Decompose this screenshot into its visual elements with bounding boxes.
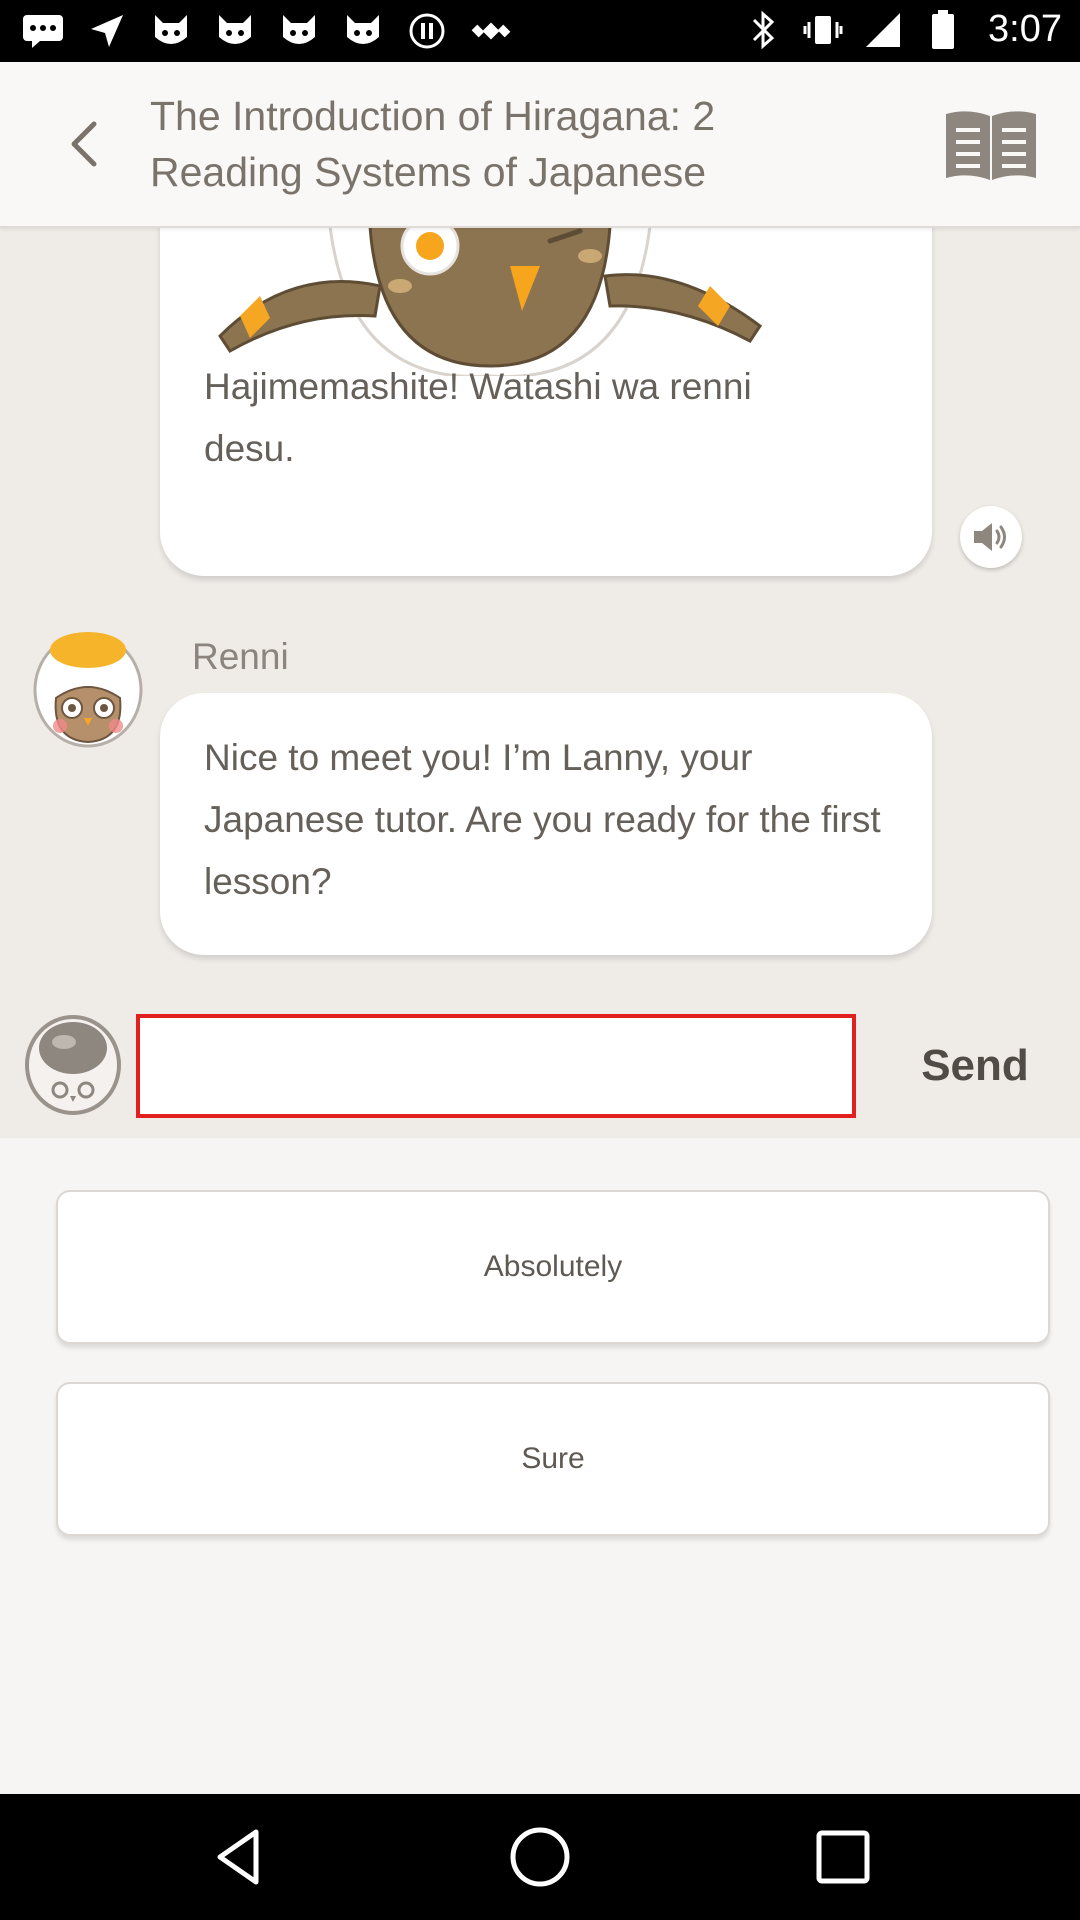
speaker-icon [974, 523, 1006, 551]
cat-icon [342, 10, 384, 52]
user-avatar [24, 1014, 122, 1116]
chevron-left-icon [71, 121, 97, 167]
book-button[interactable] [940, 104, 1042, 184]
status-bar: 3:07 [0, 0, 1080, 62]
page-title: The Introduction of Hiragana: 2 Reading … [150, 93, 716, 195]
tutor-avatar [32, 628, 144, 748]
owl-illustration [210, 226, 770, 379]
back-nav-icon[interactable] [206, 1824, 272, 1890]
vibrate-icon [802, 9, 844, 51]
home-nav-icon[interactable] [507, 1824, 573, 1890]
recents-nav-icon[interactable] [810, 1824, 876, 1890]
message-text: Hajimemashite! Watashi wa renni desu. [204, 366, 752, 469]
signal-icon [862, 9, 904, 51]
message-bubble: Hajimemashite! Watashi wa renni desu. [160, 226, 932, 576]
message-composer: Send [0, 996, 1080, 1140]
battery-icon [922, 9, 964, 51]
message-input[interactable] [136, 1014, 856, 1118]
sender-name: Renni [192, 636, 289, 677]
cat-icon [278, 10, 320, 52]
app-header: The Introduction of Hiragana: 2 Reading … [0, 62, 1080, 228]
satellite-icon [470, 10, 512, 52]
cat-icon [214, 10, 256, 52]
play-audio-button[interactable] [960, 506, 1022, 568]
bluetooth-icon [742, 9, 784, 51]
send-button[interactable]: Send [890, 1026, 1060, 1106]
pause-icon [406, 10, 448, 52]
message-text: Nice to meet you! I’m Lanny, your Japane… [204, 737, 881, 902]
status-time: 3:07 [988, 8, 1062, 50]
navigation-bar [0, 1794, 1080, 1920]
messages-icon [22, 10, 64, 52]
back-button[interactable] [58, 114, 114, 174]
cat-icon [150, 10, 192, 52]
reply-options: Absolutely Sure [0, 1138, 1080, 1794]
reply-option-absolutely[interactable]: Absolutely [56, 1190, 1050, 1344]
message-bubble: Nice to meet you! I’m Lanny, your Japane… [160, 693, 932, 955]
reply-option-sure[interactable]: Sure [56, 1382, 1050, 1536]
navigation-icon [86, 10, 128, 52]
chat-area: Hajimemashite! Watashi wa renni desu. Re… [0, 226, 1080, 996]
book-icon [946, 111, 1036, 180]
